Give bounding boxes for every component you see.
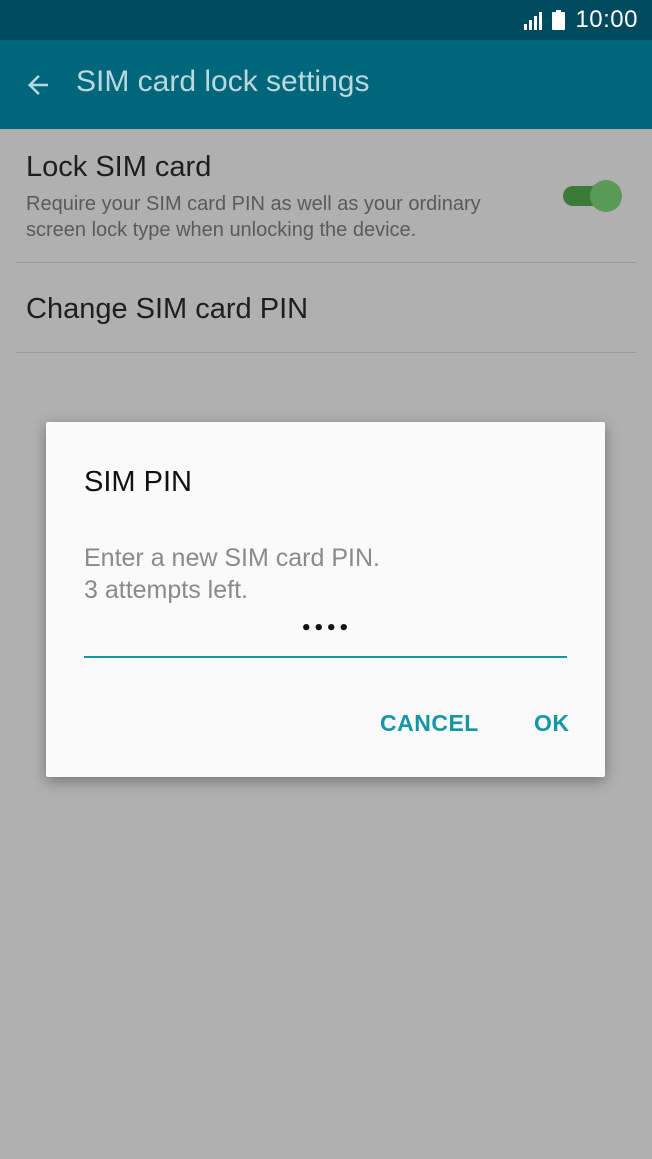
change-sim-card-pin-title: Change SIM card PIN xyxy=(26,293,309,325)
cancel-button[interactable]: CANCEL xyxy=(380,710,479,737)
app-bar: SIM card lock settings xyxy=(0,40,652,129)
dialog-title: SIM PIN xyxy=(84,466,192,498)
back-button[interactable] xyxy=(20,67,56,103)
signal-bars-icon xyxy=(524,10,543,30)
pin-input[interactable]: •••• xyxy=(84,612,567,658)
change-sim-card-pin-item[interactable]: Change SIM card PIN xyxy=(0,263,652,352)
sim-pin-dialog: SIM PIN Enter a new SIM card PIN. 3 atte… xyxy=(46,422,605,777)
page-title: SIM card lock settings xyxy=(76,65,370,98)
status-icons: 10:00 xyxy=(524,0,638,40)
battery-full-icon xyxy=(552,10,566,30)
toggle-thumb xyxy=(590,180,622,212)
lock-sim-card-title: Lock SIM card xyxy=(26,151,212,183)
dialog-message-line-1: Enter a new SIM card PIN. xyxy=(84,544,380,572)
ok-button[interactable]: OK xyxy=(534,710,570,737)
lock-sim-card-toggle[interactable] xyxy=(563,180,623,212)
dialog-message: Enter a new SIM card PIN. 3 attempts lef… xyxy=(84,542,380,606)
status-time: 10:00 xyxy=(575,6,638,33)
arrow-back-icon xyxy=(28,75,48,95)
dialog-message-line-2: 3 attempts left. xyxy=(84,576,248,604)
lock-sim-card-item[interactable]: Lock SIM card Require your SIM card PIN … xyxy=(0,129,652,262)
divider xyxy=(16,352,636,353)
pin-value: •••• xyxy=(300,618,351,639)
status-bar: 10:00 xyxy=(0,0,652,40)
lock-sim-card-summary: Require your SIM card PIN as well as you… xyxy=(26,193,481,241)
